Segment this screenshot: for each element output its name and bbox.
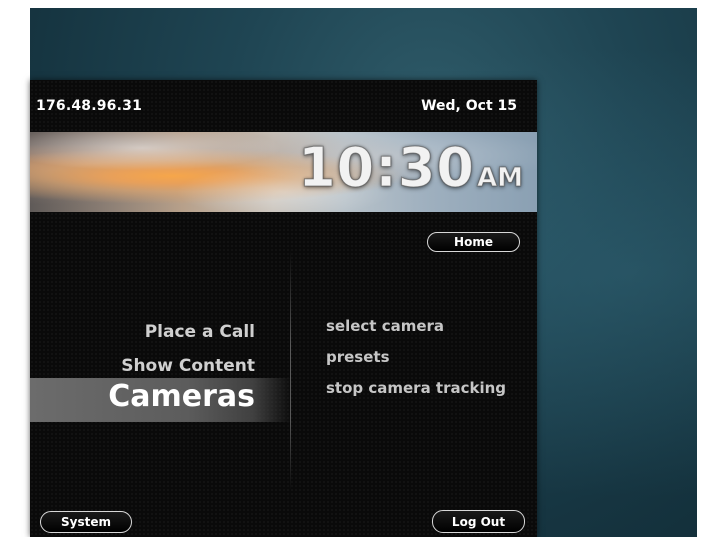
home-button[interactable]: Home xyxy=(427,232,520,252)
ip-address: 176.48.96.31 xyxy=(36,98,143,114)
submenu-item-select-camera[interactable]: select camera xyxy=(326,317,444,335)
main-panel: 176.48.96.31 Wed, Oct 15 10:30AM Home Pl… xyxy=(30,80,537,537)
date-display: Wed, Oct 15 xyxy=(421,98,517,114)
clock-ampm: AM xyxy=(477,163,524,194)
clock-time: 10:30 xyxy=(298,136,475,200)
submenu-item-stop-camera-tracking[interactable]: stop camera tracking xyxy=(326,379,506,397)
log-out-button[interactable]: Log Out xyxy=(432,510,525,533)
menu-item-show-content[interactable]: Show Content xyxy=(121,356,255,376)
sky-banner-image: 10:30AM xyxy=(30,132,537,212)
clock-display: 10:30AM xyxy=(298,136,524,200)
menu-item-place-a-call[interactable]: Place a Call xyxy=(145,322,255,342)
status-bar: 176.48.96.31 Wed, Oct 15 xyxy=(30,80,537,130)
system-button[interactable]: System xyxy=(40,511,132,533)
menu-item-cameras[interactable]: Cameras xyxy=(108,379,255,414)
menu-divider xyxy=(290,250,291,490)
submenu-item-presets[interactable]: presets xyxy=(326,348,390,366)
